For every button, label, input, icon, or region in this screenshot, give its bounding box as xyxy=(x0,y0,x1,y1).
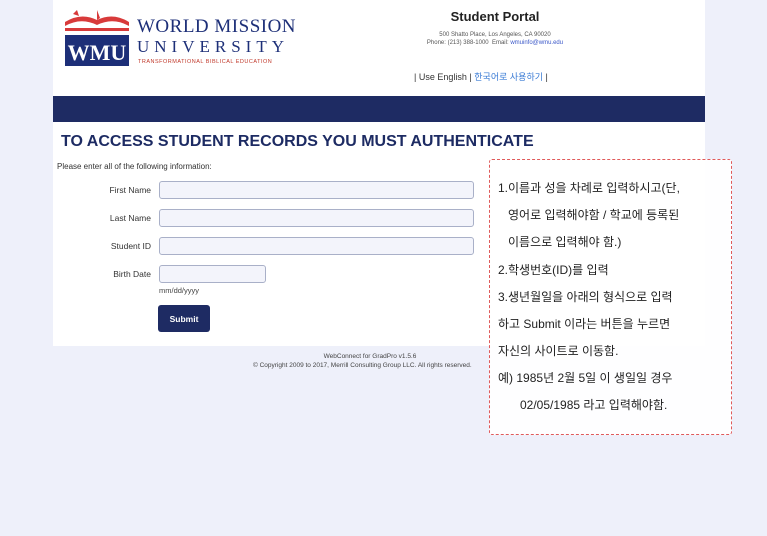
page-title: TO ACCESS STUDENT RECORDS YOU MUST AUTHE… xyxy=(61,133,534,150)
first-name-input[interactable] xyxy=(159,181,474,199)
use-korean-link[interactable]: 한국어로 사용하기 xyxy=(474,72,543,82)
portal-contact: Phone: (213) 388-1000 Email: wmuinfo@wmu… xyxy=(395,39,595,47)
birth-date-format-hint: mm/dd/yyyy xyxy=(159,286,200,295)
portal-title: Student Portal xyxy=(450,9,540,24)
form-instruction: Please enter all of the following inform… xyxy=(57,162,212,171)
portal-phone: Phone: (213) 388-1000 xyxy=(426,40,489,46)
portal-email-label: Email: xyxy=(491,40,509,46)
note-line: 영어로 입력해야함 / 학교에 등록된 xyxy=(508,208,680,222)
submit-button[interactable]: Submit xyxy=(158,305,210,332)
birth-date-label: Birth Date xyxy=(113,269,151,279)
note-line: 02/05/1985 라고 입력해야함. xyxy=(520,398,668,412)
student-id-label: Student ID xyxy=(110,241,151,251)
logo-line-1: WORLD MISSION xyxy=(137,16,297,37)
lang-separator: | xyxy=(545,72,548,82)
footer-copyright: © Copyright 2009 to 2017, Merrill Consul… xyxy=(253,362,472,369)
note-line: 이름으로 입력해야 함.) xyxy=(508,235,622,249)
birth-date-input[interactable] xyxy=(159,265,266,283)
student-id-input[interactable] xyxy=(159,237,474,255)
portal-address: 500 Shatto Place, Los Angeles, CA 90020 xyxy=(439,32,551,38)
footer-version: WebConnect for GradPro v1.5.6 xyxy=(323,353,417,360)
wmu-mark: WMU xyxy=(68,40,127,65)
note-line: 자신의 사이트로 이동함. xyxy=(498,344,619,358)
last-name-input[interactable] xyxy=(159,209,474,227)
nav-bar xyxy=(53,96,705,122)
note-line: 하고 Submit 이라는 버튼을 누르면 xyxy=(498,317,671,331)
lang-separator: | xyxy=(469,72,472,82)
note-line: 1.이름과 성을 차례로 입력하시고(단, xyxy=(498,181,680,195)
portal-email-link[interactable]: wmuinfo@wmu.edu xyxy=(510,40,563,46)
first-name-label: First Name xyxy=(109,185,151,195)
portal-address-block: 500 Shatto Place, Los Angeles, CA 90020 … xyxy=(395,31,595,47)
note-line: 3.생년월일을 아래의 형식으로 입력 xyxy=(498,290,673,304)
logo-tagline: TRANSFORMATIONAL BIBLICAL EDUCATION xyxy=(138,59,273,65)
last-name-label: Last Name xyxy=(109,213,151,223)
use-english-link[interactable]: Use English xyxy=(419,72,467,82)
note-line: 2.학생번호(ID)를 입력 xyxy=(498,263,609,277)
language-switch: | Use English | 한국어로 사용하기 | xyxy=(414,70,548,83)
lang-separator: | xyxy=(414,72,417,82)
logo-line-2: UNIVERSITY xyxy=(137,37,289,56)
note-line: 예) 1985년 2월 5일 이 생일일 경우 xyxy=(498,371,673,385)
